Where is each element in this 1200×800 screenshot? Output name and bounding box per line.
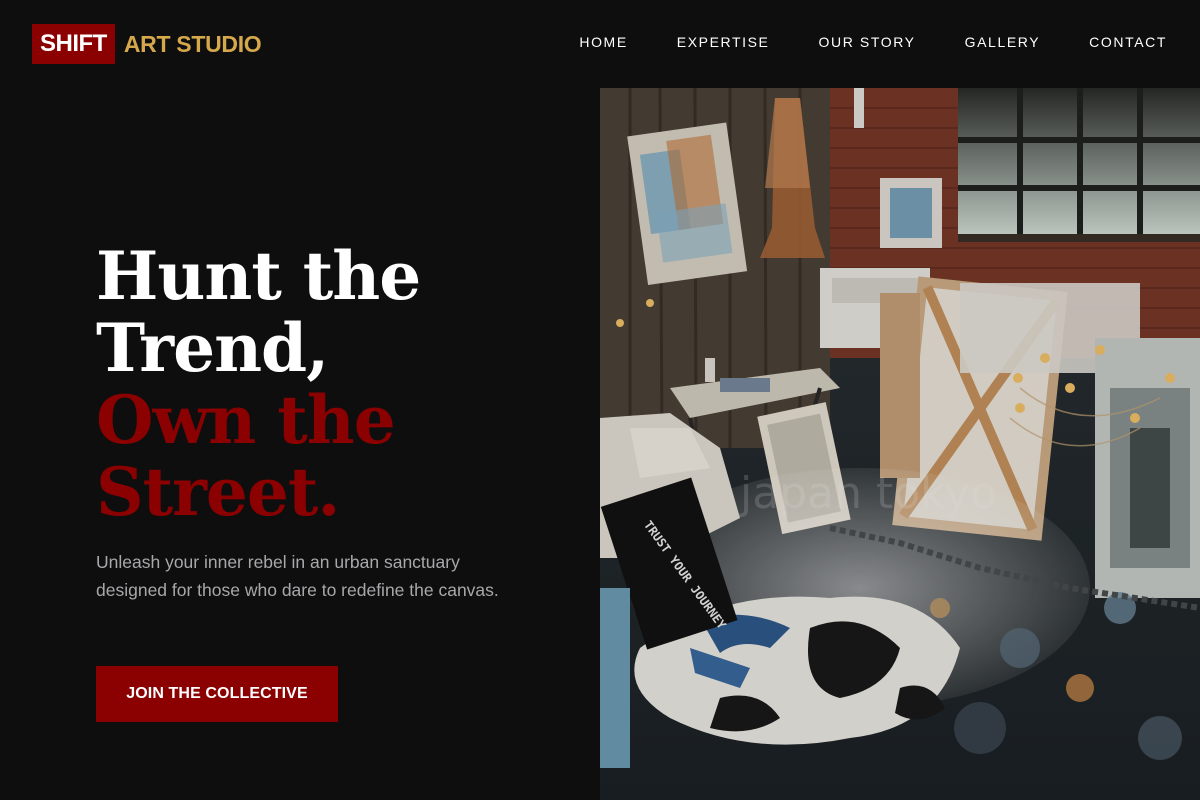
headline-line-3: Own the xyxy=(96,381,396,459)
main-nav: HOME EXPERTISE OUR STORY GALLERY CONTACT xyxy=(579,34,1167,50)
studio-hero-image: TRUST YOUR JOURNEY japan tokyo xyxy=(600,88,1200,800)
studio-illustration: TRUST YOUR JOURNEY japan tokyo xyxy=(600,88,1200,800)
headline-line-4: Street. xyxy=(96,453,340,531)
headline-line-1: Hunt the xyxy=(96,237,421,315)
brand-name: ART STUDIO xyxy=(123,30,262,57)
nav-our-story[interactable]: OUR STORY xyxy=(819,34,916,50)
nav-contact[interactable]: CONTACT xyxy=(1089,34,1167,50)
hero-section: Hunt the Trend, Own the Street. Unleash … xyxy=(96,240,566,604)
headline-line-2: Trend, xyxy=(96,309,329,387)
nav-gallery[interactable]: GALLERY xyxy=(965,34,1041,50)
brand-mark: SHIFT xyxy=(32,24,115,64)
site-header: SHIFT ART STUDIO HOME EXPERTISE OUR STOR… xyxy=(0,0,1200,88)
hero-subtitle: Unleash your inner rebel in an urban san… xyxy=(96,552,499,600)
nav-home[interactable]: HOME xyxy=(579,34,627,50)
brand-logo[interactable]: SHIFT ART STUDIO xyxy=(32,24,262,64)
nav-expertise[interactable]: EXPERTISE xyxy=(677,34,770,50)
hero-headline: Hunt the Trend, Own the Street. xyxy=(96,240,566,528)
join-collective-button[interactable]: JOIN THE COLLECTIVE xyxy=(96,666,338,722)
